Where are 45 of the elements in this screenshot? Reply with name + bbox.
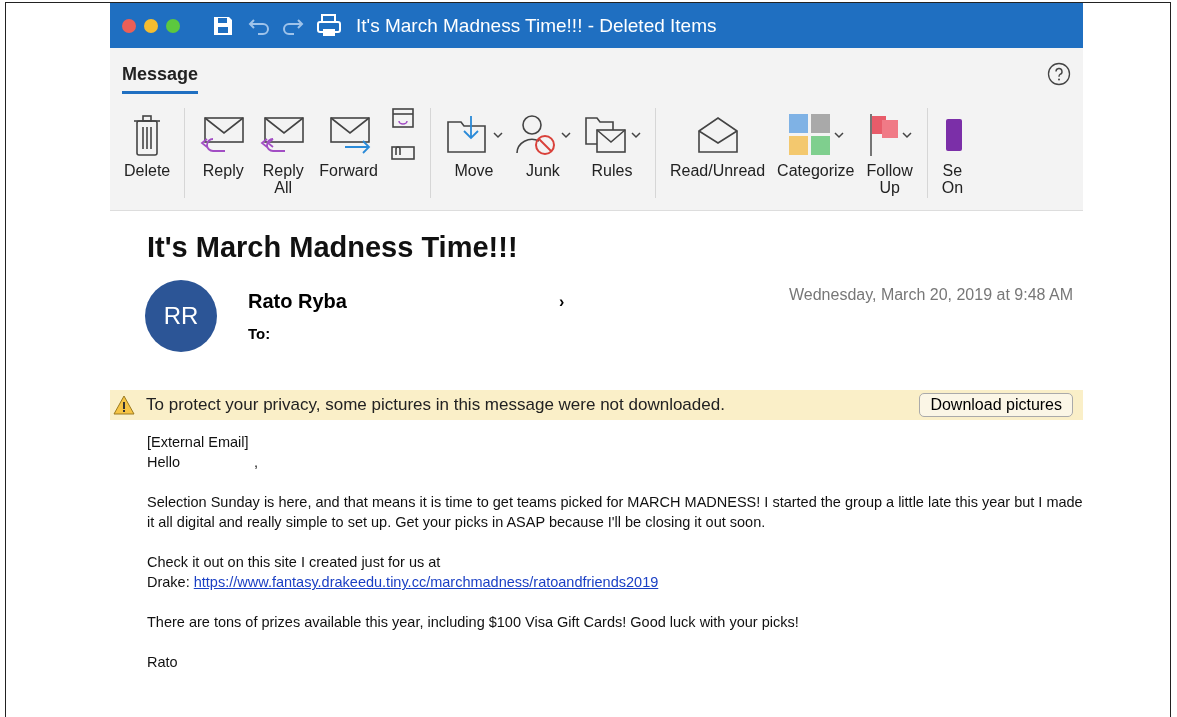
ribbon-button[interactable]: Junk	[510, 108, 575, 198]
link[interactable]: https://www.fantasy.drakeedu.tiny.cc/marchmadness/ratoandfriends2019	[193, 574, 659, 590]
greeting-comma: ,	[254, 453, 259, 472]
close-button[interactable]	[122, 18, 136, 33]
ribbon-button[interactable]: Follow Up	[862, 108, 917, 198]
zoom-button[interactable]	[166, 18, 180, 33]
ribbon-button[interactable]: Move	[440, 108, 507, 198]
to-label: To:	[248, 325, 272, 342]
download-pictures-button[interactable]: Download pictures	[919, 393, 1073, 417]
sender-name[interactable]: Rato Ryba	[248, 290, 347, 313]
folder-envelope-icon	[582, 114, 629, 156]
message-date: Wednesday, March 20, 2019 at 9:48 AM	[788, 286, 1073, 304]
ribbon-button[interactable]: Reply All	[255, 108, 312, 198]
flag-icon	[867, 112, 900, 158]
ribbon-button[interactable]: Se On	[937, 108, 968, 198]
warning-icon	[112, 394, 136, 416]
banner-text: To protect your privacy, some pictures in this message were not downloaded.	[146, 395, 726, 415]
ribbon-button[interactable]: Reply	[195, 108, 252, 198]
ribbon-button[interactable]: Rules	[578, 108, 645, 198]
trash-icon	[132, 113, 163, 157]
caret-icon	[901, 131, 912, 139]
body-paragraph: There are tons of prizes available this year, including $100 Visa Gift Cards! Good luck with your picks!	[147, 613, 800, 632]
sender-chevron[interactable]: ›	[558, 292, 565, 311]
save-icon[interactable]	[212, 14, 234, 37]
color-squares-icon	[787, 113, 832, 157]
caret-icon	[630, 131, 641, 139]
body-paragraph: Selection Sunday is here, and that means it is time to get teams picked for MARCH MADNESS! I started the group a little late this year but I made it all digital and really simple to set up. Get your picks in ASAP because I'll be closing it out soon.	[147, 493, 1083, 532]
minimize-button[interactable]	[144, 18, 158, 33]
caret-icon	[560, 131, 571, 139]
ribbon-button[interactable]: Categorize	[773, 108, 859, 198]
avatar: RR	[145, 280, 217, 352]
window-title: It's March Madness Time!!! - Deleted Items	[356, 14, 717, 37]
ribbon-tab[interactable]: Message	[122, 64, 199, 94]
body-line: [External Email]	[147, 433, 250, 452]
ribbon-button[interactable]: Read/Unread	[665, 108, 770, 198]
ribbon-button[interactable]: Delete	[120, 108, 175, 198]
print-icon[interactable]	[316, 13, 342, 38]
body-paragraph: Rato	[147, 653, 179, 672]
body-paragraph: Check it out on this site I created just for us at Drake: https://www.fantasy.drakeedu.tiny.cc/marchmadness/ratoandfriends2019	[147, 553, 660, 592]
message-subject: It's March Madness Time!!!	[147, 231, 519, 264]
ribbon-button[interactable]: Forward	[315, 108, 382, 198]
greeting: Hello	[147, 453, 181, 472]
caret-icon	[492, 131, 503, 139]
caret-icon	[833, 131, 844, 139]
help-icon[interactable]	[1047, 62, 1071, 86]
